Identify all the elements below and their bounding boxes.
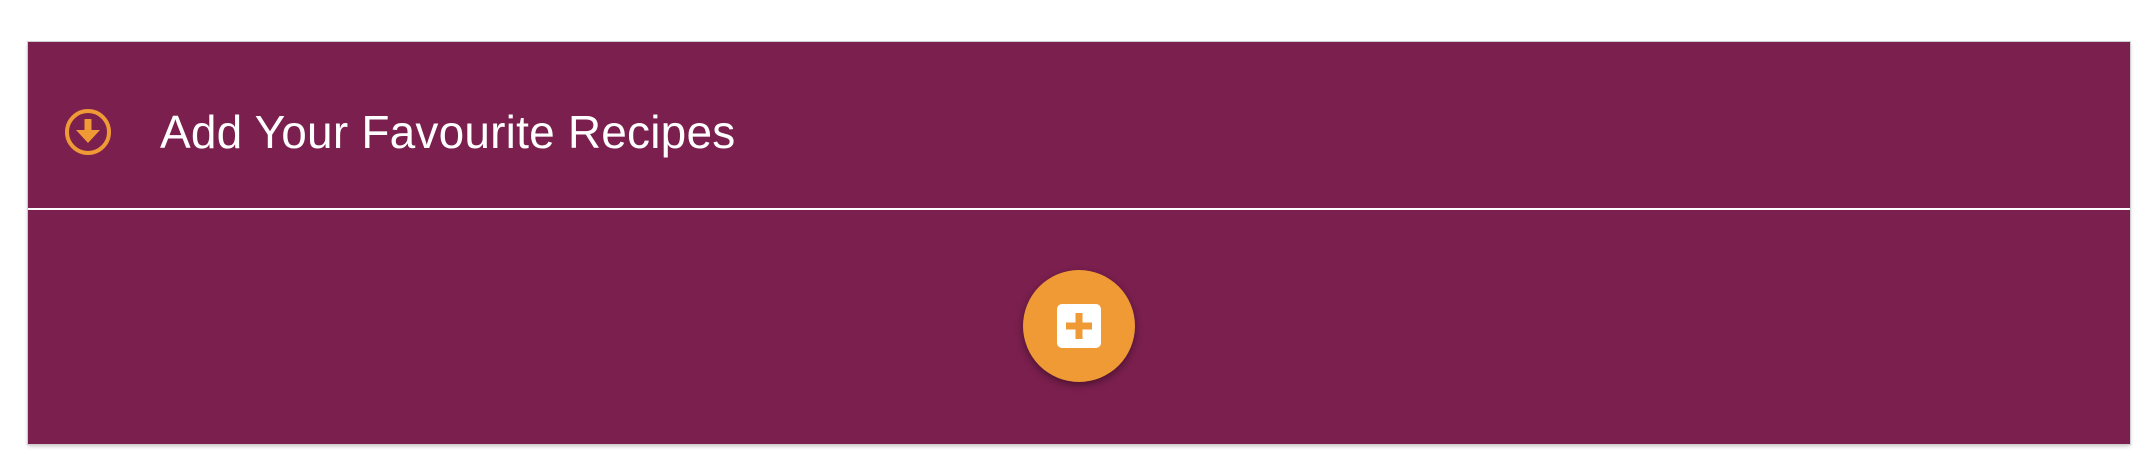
arrow-circle-down-icon[interactable] — [64, 108, 112, 156]
accordion-header[interactable]: Add Your Favourite Recipes — [28, 42, 2130, 210]
accordion-body — [28, 210, 2130, 444]
add-recipe-button[interactable] — [1023, 270, 1135, 382]
plus-square-icon — [1057, 304, 1101, 348]
accordion-title: Add Your Favourite Recipes — [160, 106, 736, 158]
recipes-accordion: Add Your Favourite Recipes — [28, 42, 2130, 444]
